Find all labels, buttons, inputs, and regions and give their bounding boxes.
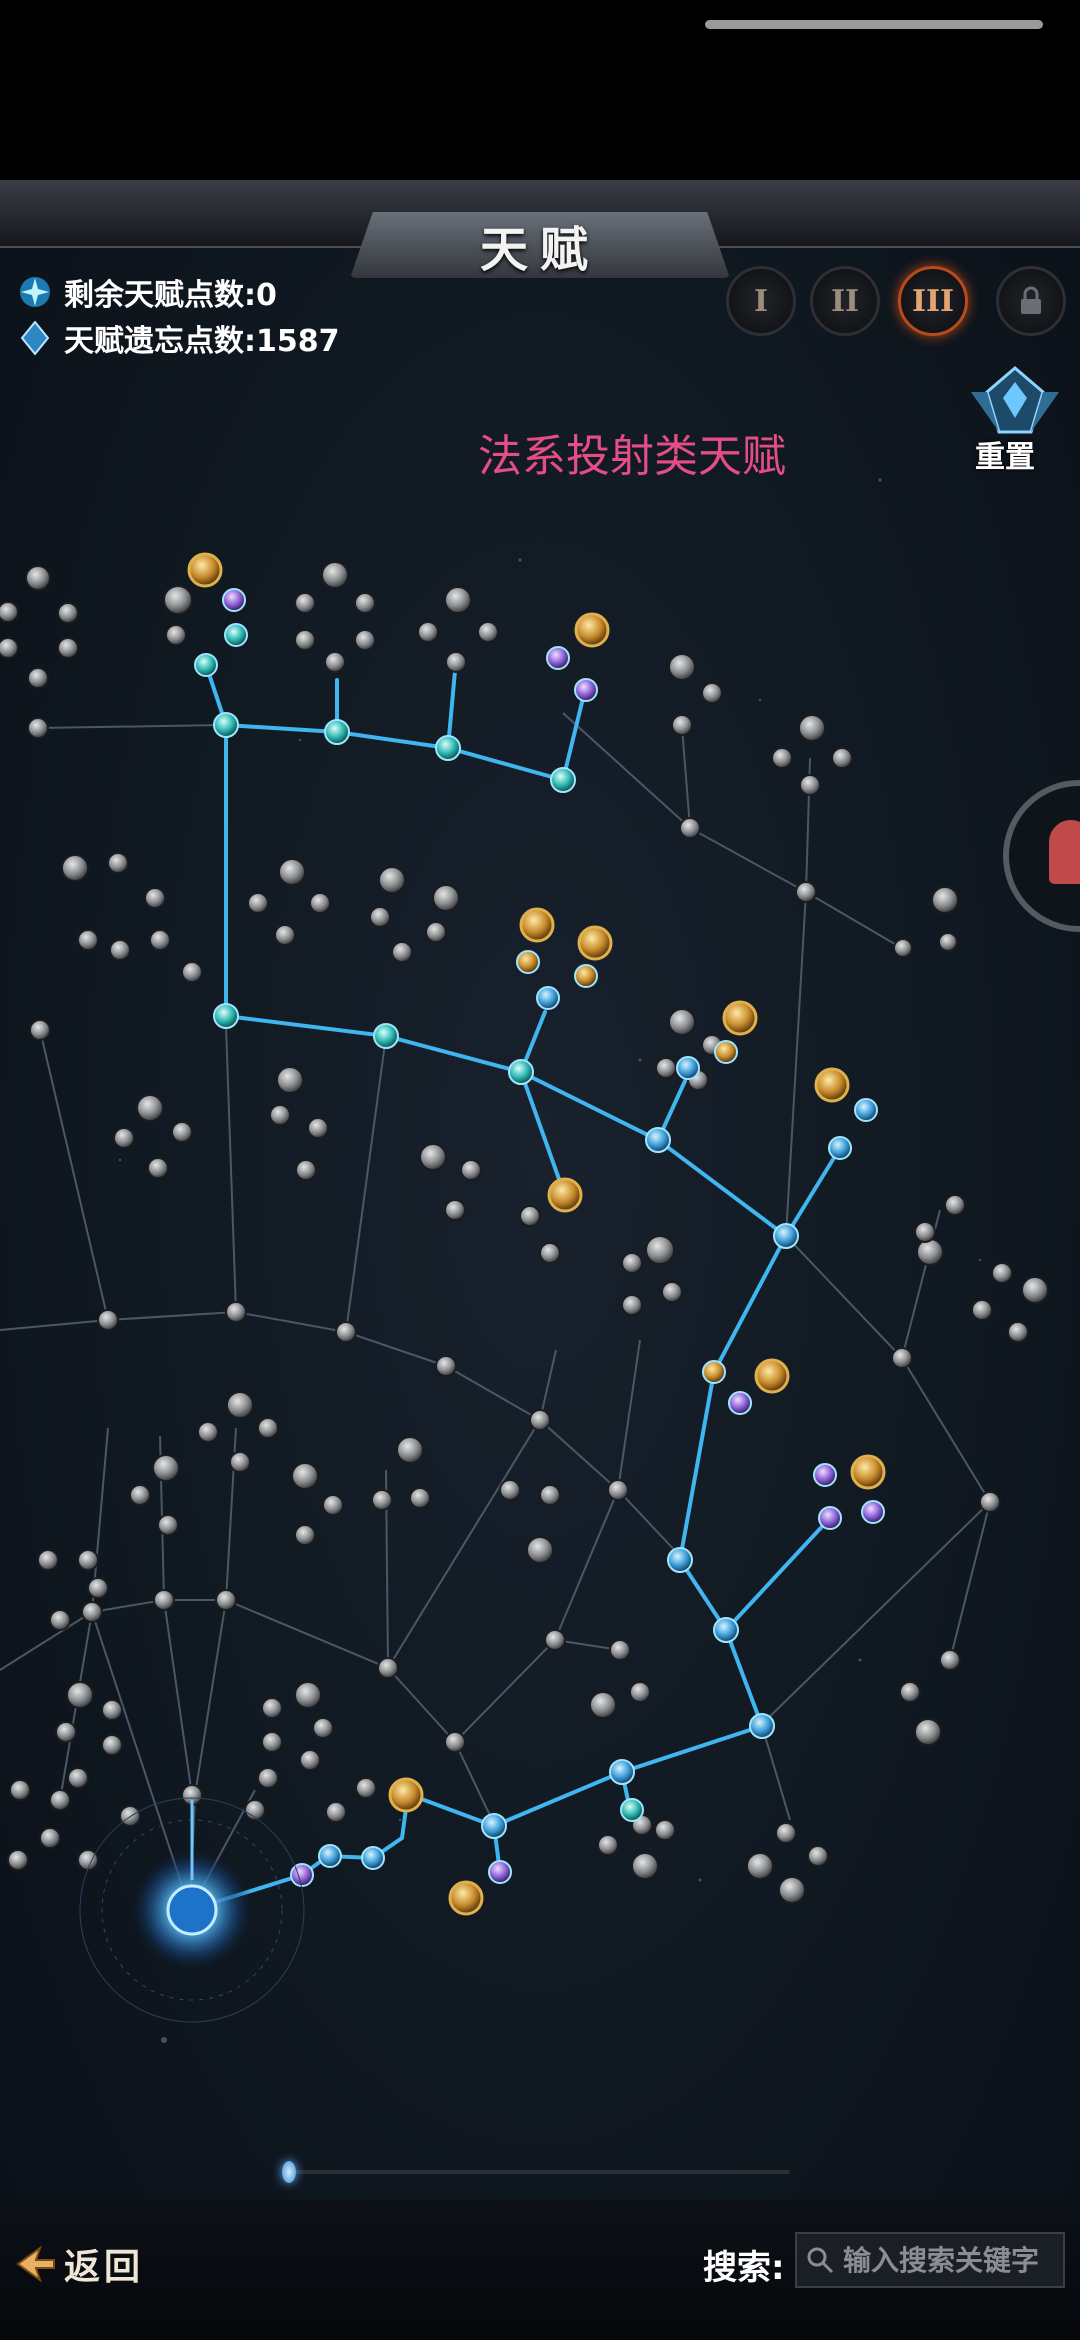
remaining-points-label: 剩余天赋点数:0 xyxy=(64,278,277,313)
tier-locked-button[interactable] xyxy=(996,266,1066,336)
start-core[interactable] xyxy=(79,1797,305,2023)
forget-points: 天赋遗忘点数:1587 xyxy=(18,316,340,360)
tier-2-button[interactable]: II xyxy=(810,266,880,336)
forget-points-label: 天赋遗忘点数:1587 xyxy=(64,324,340,359)
talent-tree[interactable] xyxy=(0,180,1080,2340)
reset-label: 重置 xyxy=(975,440,1035,475)
inactive-nodes[interactable] xyxy=(0,561,1049,1904)
scroll-thumb[interactable] xyxy=(282,2161,296,2183)
back-label: 返回 xyxy=(64,2246,145,2288)
scroll-track[interactable] xyxy=(290,2170,790,2174)
page-title: 天赋 xyxy=(350,212,730,278)
talent-point-icon xyxy=(20,277,50,307)
back-button[interactable]: 返回 xyxy=(14,2238,144,2290)
search-icon xyxy=(807,2247,834,2274)
home-indicator[interactable] xyxy=(705,20,1043,29)
remaining-points: 剩余天赋点数:0 xyxy=(18,270,277,314)
search-input[interactable] xyxy=(841,2242,1055,2278)
lock-icon xyxy=(1021,286,1041,314)
search-box[interactable] xyxy=(795,2232,1065,2288)
active-links xyxy=(188,658,842,1912)
reset-button[interactable]: 重置 xyxy=(965,362,1075,475)
character-icon xyxy=(1049,820,1080,884)
tier-3-button[interactable]: III xyxy=(898,266,968,336)
reset-crystal-icon xyxy=(971,366,1059,434)
bottom-bar: 返回 搜索: xyxy=(0,2200,1080,2340)
search-label: 搜索: xyxy=(703,2248,785,2288)
tier-1-button[interactable]: I xyxy=(726,266,796,336)
tree-caption: 法系投射类天赋 xyxy=(478,431,786,482)
talent-screen: 天赋 剩余天赋点数:0 天赋遗忘点数:1587 I II III 重置 法系投射… xyxy=(0,180,1080,2340)
back-arrow-icon xyxy=(16,2245,55,2283)
status-bar xyxy=(0,0,1080,180)
forget-crystal-icon xyxy=(20,321,50,355)
